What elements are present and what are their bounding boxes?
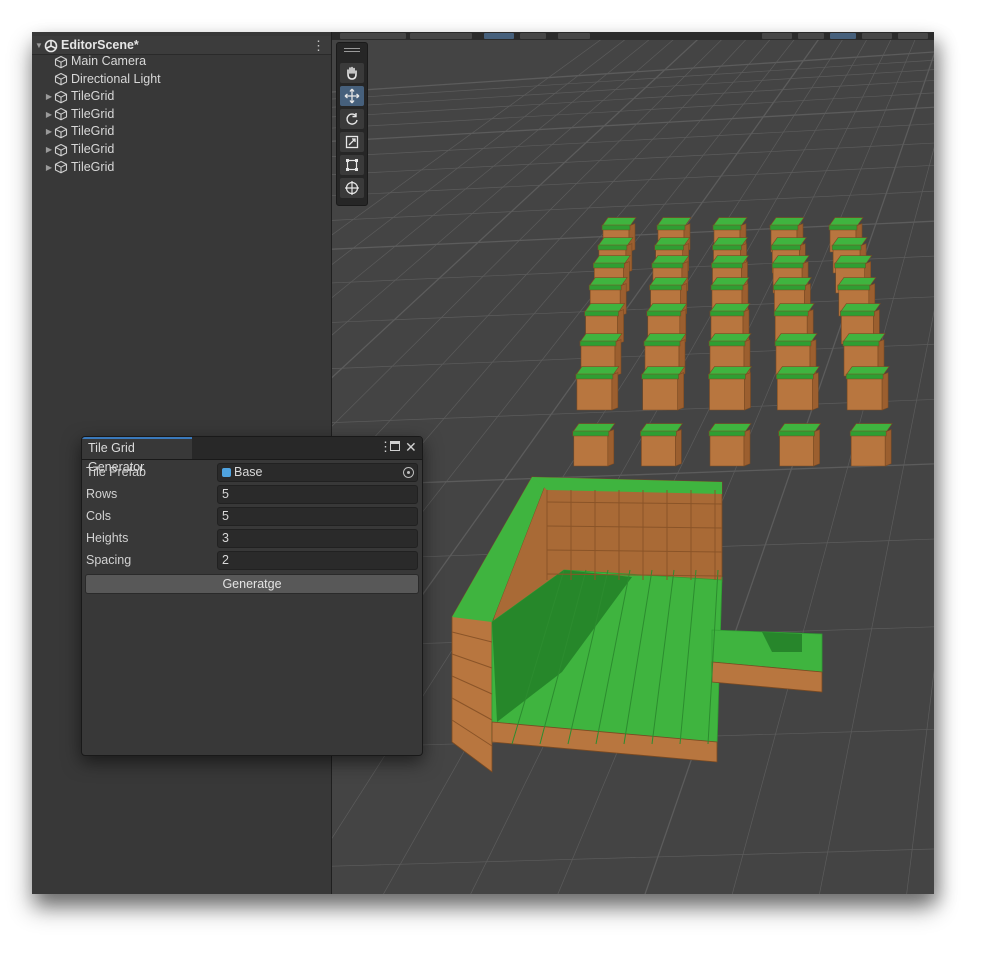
tile-grid-generator-window: Tile Grid Generator ⋮ ✕ Tile Prefab Base… [81,436,423,756]
scale-tool-icon[interactable] [340,132,364,152]
gameobject-cube-icon [54,125,68,139]
floating-tile-cube [575,366,620,411]
hierarchy-item[interactable]: Main Camera [44,53,146,70]
hierarchy-item[interactable]: ▶ TileGrid [44,123,114,140]
floating-tile-cube [845,366,890,411]
hierarchy-item[interactable]: ▶ TileGrid [44,159,114,176]
rect-tool-icon[interactable] [340,155,364,175]
cols-row: Cols 5 [82,506,422,527]
object-picker-icon[interactable] [403,467,414,478]
maximize-icon[interactable] [390,441,400,451]
move-tool-icon[interactable] [340,86,364,106]
floating-tile-cube [572,423,616,467]
unity-scene-icon [44,39,58,52]
cols-input[interactable]: 5 [217,507,418,526]
floating-tile-cube [641,366,686,411]
hierarchy-item[interactable]: Directional Light [44,71,161,88]
tile-prefab-value: Base [234,465,263,479]
heights-row: Heights 3 [82,528,422,549]
floating-tile-cube [849,423,893,467]
heights-label: Heights [86,531,129,545]
gameobject-cube-icon [54,90,68,104]
more-options-icon[interactable]: ⋮ [312,39,325,53]
rows-label: Rows [86,487,118,501]
hierarchy-item[interactable]: ▶ TileGrid [44,106,114,123]
hierarchy-item[interactable]: ▶ TileGrid [44,88,114,105]
tool-palette [336,42,368,206]
tab-tile-grid-generator[interactable]: Tile Grid Generator [82,437,192,474]
heights-input[interactable]: 3 [217,529,418,548]
scene-toolbar [332,32,934,40]
gameobject-cube-icon [54,108,68,121]
palette-grip-icon[interactable] [344,48,360,49]
spacing-label: Spacing [86,553,132,567]
hierarchy-item-label: TileGrid [71,89,115,104]
expand-arrow-icon[interactable]: ▶ [44,141,54,158]
spacing-input[interactable]: 2 [217,551,418,570]
hierarchy-item-label: TileGrid [71,159,115,174]
floating-tile-cube [778,423,822,467]
floating-tile-cube [708,423,752,467]
gameobject-cube-icon [54,161,68,174]
hierarchy-item-label: TileGrid [71,106,115,121]
collapse-arrow-icon[interactable]: ▼ [34,37,44,54]
expand-arrow-icon[interactable]: ▶ [44,123,54,140]
hand-tool-icon[interactable] [340,63,364,83]
transform-tool-icon[interactable] [340,178,364,198]
expand-arrow-icon[interactable]: ▶ [44,159,54,176]
tile-prefab-label: Tile Prefab [86,465,146,479]
floating-tile-cube [639,423,683,467]
hierarchy-item-label: Directional Light [71,71,161,86]
rows-input[interactable]: 5 [217,485,418,504]
floating-tile-cube [707,366,753,411]
expand-arrow-icon[interactable]: ▶ [44,106,54,123]
hierarchy-item-label: Main Camera [71,54,147,68]
floating-tile-cube [775,366,820,411]
expand-arrow-icon[interactable]: ▶ [44,88,54,105]
gameobject-cube-icon [54,73,68,86]
hierarchy-item-label: TileGrid [71,124,115,139]
tile-prefab-row: Tile Prefab Base [82,462,422,483]
gameobject-cube-icon [54,143,68,156]
spacing-row: Spacing 2 [82,550,422,571]
gameobject-cube-icon [54,55,68,68]
window-tab-bar: Tile Grid Generator ⋮ ✕ [82,437,422,474]
hierarchy-item-label: TileGrid [71,142,115,156]
tile-prefab-field[interactable]: Base [217,463,418,482]
generate-button[interactable]: Generatge [85,574,419,594]
close-icon[interactable]: ✕ [405,439,417,455]
unity-editor-frame: ▼ EditorScene* ⋮ Main Camera Directional … [32,32,934,894]
scene-name: EditorScene* [61,38,139,52]
cols-label: Cols [86,509,112,523]
hierarchy-item[interactable]: ▶ TileGrid [44,141,114,158]
rows-row: Rows 5 [82,484,422,505]
prefab-cube-icon [222,468,231,477]
rotate-tool-icon[interactable] [340,109,364,129]
